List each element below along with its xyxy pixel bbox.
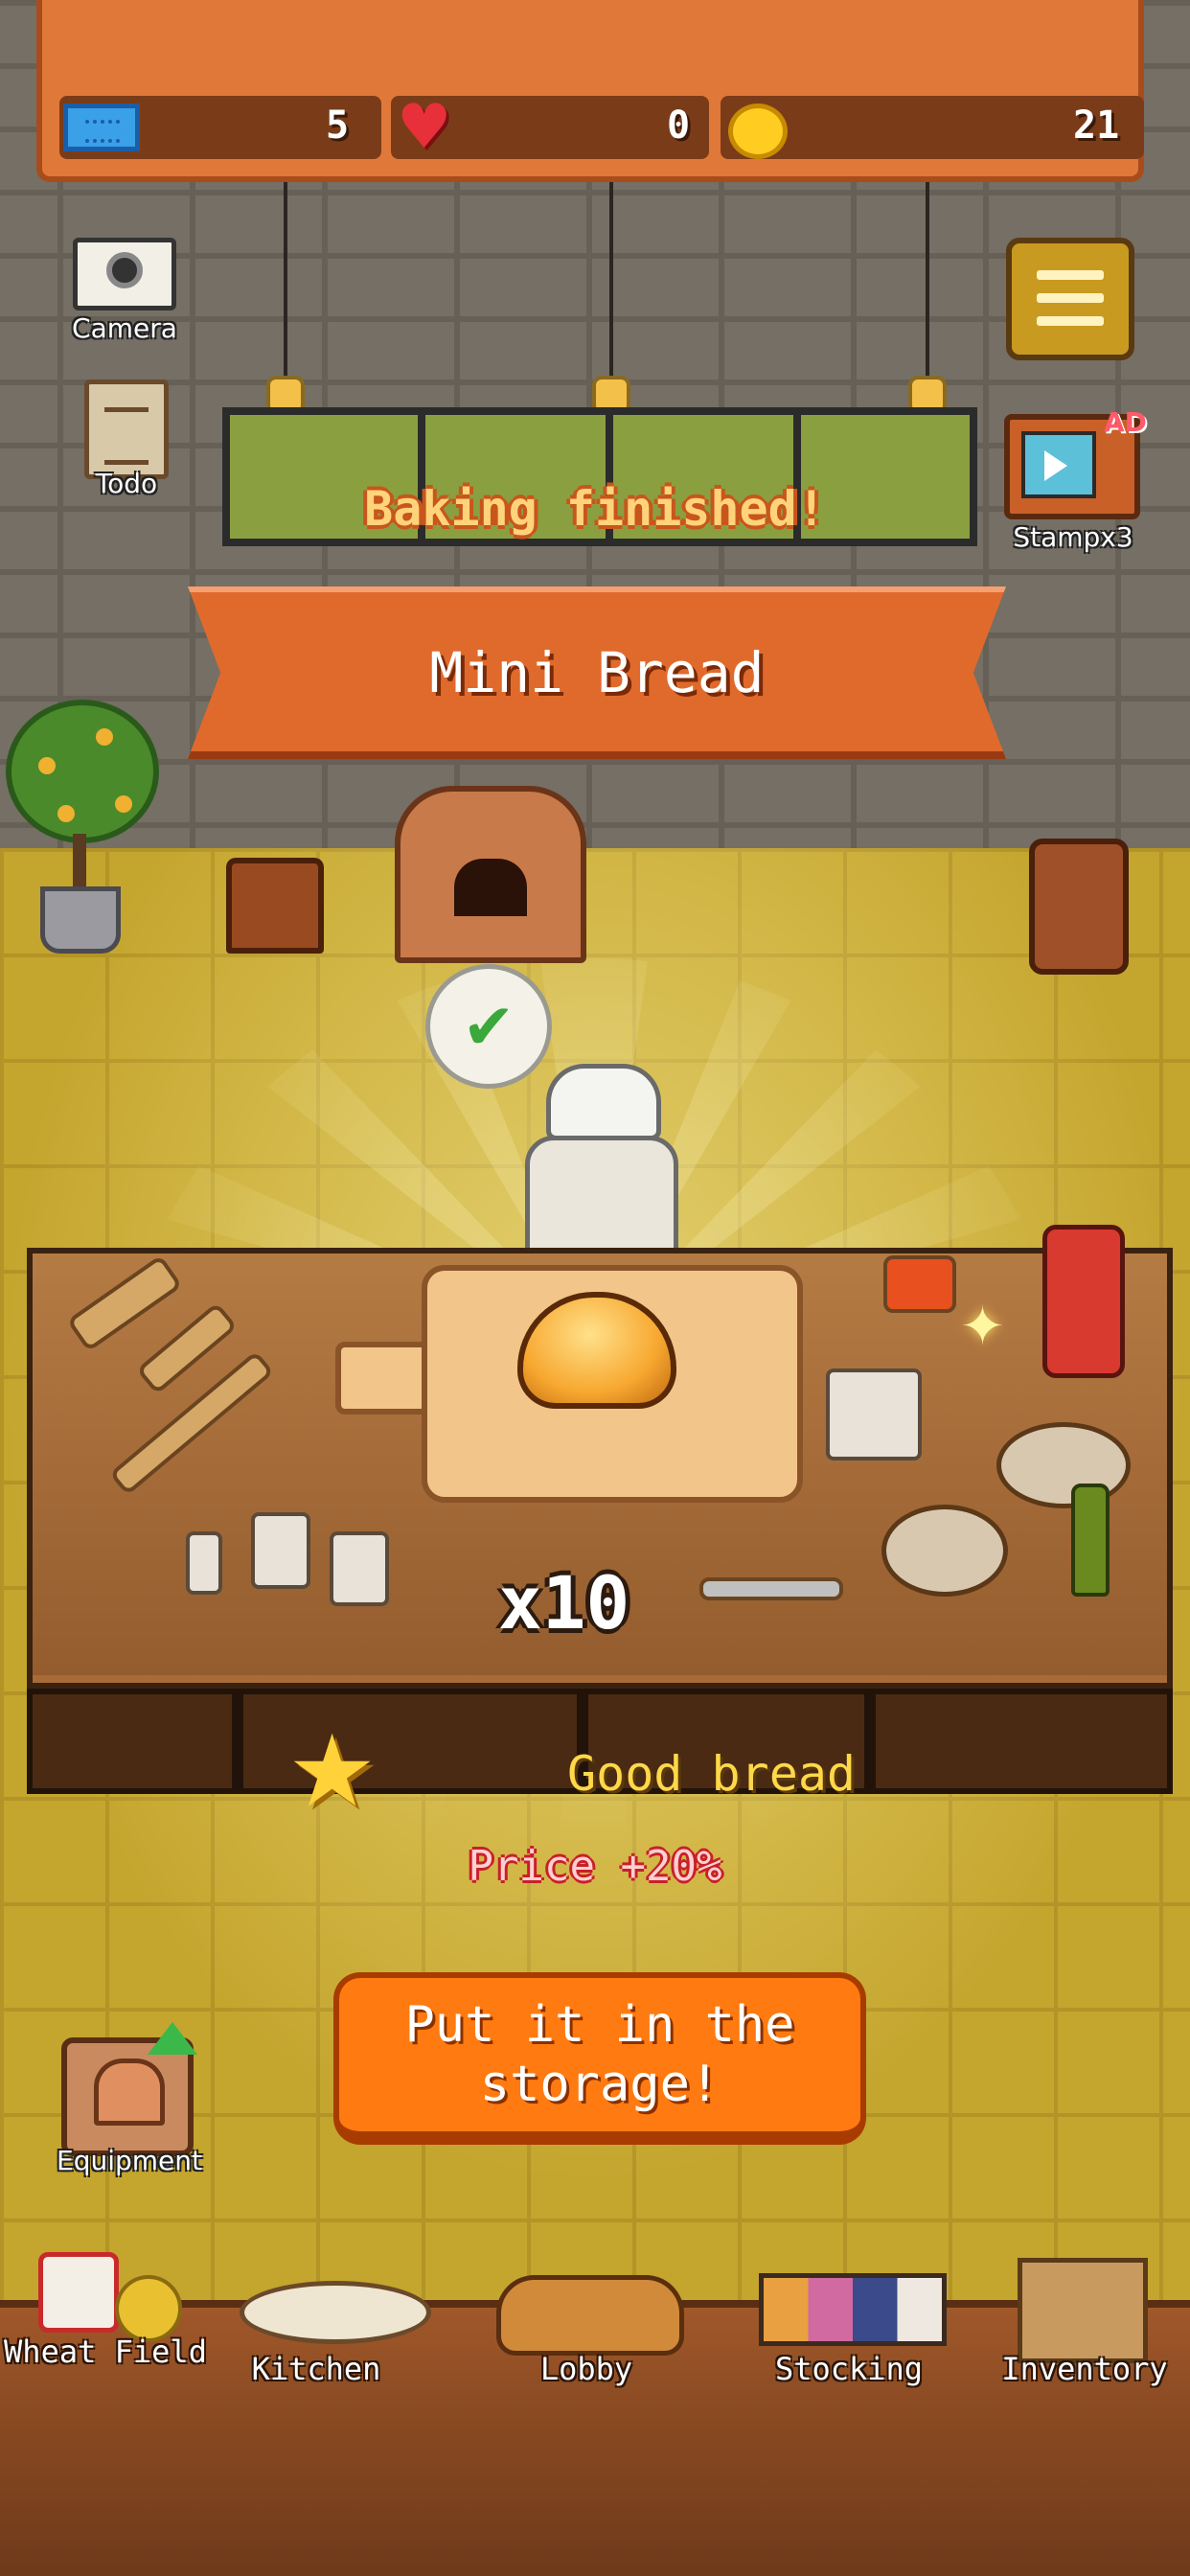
storage-chest — [226, 858, 324, 954]
kitchen-scale — [1042, 1225, 1125, 1378]
ticket-count: 5 — [326, 104, 350, 148]
egg-bowl — [996, 1422, 1131, 1508]
checkmark-icon: ✔ — [425, 964, 552, 1089]
menu-icon — [1037, 316, 1104, 326]
heart-icon: ♥ — [397, 92, 452, 163]
measuring-cup — [826, 1368, 922, 1460]
coin-icon — [728, 104, 788, 159]
ticket-icon — [63, 104, 140, 151]
nav-label-inventory: Inventory — [1001, 2351, 1168, 2387]
tree-fruit — [38, 757, 56, 774]
fruit-pile — [883, 1255, 956, 1313]
menu-icon — [1037, 293, 1104, 303]
price-bonus: Price +20% — [468, 1842, 722, 1891]
quantity-label: x10 — [498, 1560, 630, 1645]
sparkle-icon: ✦ — [960, 1296, 1005, 1358]
menu-button[interactable] — [1006, 238, 1134, 360]
lamp-cord — [284, 182, 287, 379]
oil-bottle — [1071, 1484, 1110, 1597]
nav-item-stocking[interactable]: Stocking — [753, 2252, 947, 2415]
tree-fruit — [115, 795, 132, 813]
put-in-storage-label: Put it in the storage! — [404, 1996, 795, 2113]
put-in-storage-button[interactable]: Put it in the storage! — [333, 1972, 866, 2145]
nav-item-wheat-field[interactable]: Wheat Field — [4, 2252, 207, 2415]
spice-jar — [186, 1531, 222, 1595]
inventory-icon — [1018, 2258, 1148, 2363]
nav-item-kitchen[interactable]: Kitchen — [220, 2252, 431, 2415]
coin-count: 21 — [1073, 104, 1120, 148]
nav-label-stocking: Stocking — [774, 2351, 924, 2387]
nav-item-lobby[interactable]: Lobby — [491, 2252, 684, 2415]
brick-oven — [395, 786, 586, 963]
equipment-label[interactable]: Equipment — [38, 2145, 220, 2176]
tree-fruit — [57, 805, 75, 822]
kitchen-icon — [240, 2281, 431, 2344]
baker-character — [525, 1136, 678, 1255]
flour-sacks — [1029, 839, 1129, 975]
lamp-cord — [926, 182, 929, 379]
sugar-jar — [251, 1512, 310, 1589]
todo-icon[interactable] — [84, 380, 169, 479]
whisk — [699, 1577, 843, 1600]
tree-fruit — [96, 728, 113, 746]
nav-label-kitchen: Kitchen — [251, 2351, 381, 2387]
upgrade-arrow-icon — [148, 2022, 197, 2055]
nav-label-lobby: Lobby — [539, 2351, 633, 2387]
play-icon — [1044, 450, 1067, 481]
flour-bowl — [881, 1505, 1008, 1597]
nav-item-inventory[interactable]: Inventory — [989, 2252, 1180, 2415]
camera-icon[interactable] — [73, 238, 176, 310]
lamp-cord — [609, 182, 613, 379]
lobby-icon — [496, 2275, 684, 2356]
menu-icon — [1037, 270, 1104, 280]
tree-pot — [40, 886, 121, 954]
ad-badge: AD — [1104, 406, 1147, 438]
camera-label[interactable]: Camera — [57, 312, 192, 344]
table-drawer — [27, 1689, 238, 1794]
stocking-icon — [759, 2273, 947, 2346]
star-icon: ★ — [287, 1713, 378, 1829]
table-drawer — [870, 1689, 1173, 1794]
salt-jar — [330, 1531, 389, 1606]
oven-icon — [94, 2058, 165, 2126]
chef-hat — [546, 1064, 661, 1140]
baking-finished-text: Baking finished! — [364, 481, 826, 537]
wheat-field-icon — [38, 2252, 119, 2333]
heart-count: 0 — [667, 104, 691, 148]
potted-tree — [6, 700, 159, 843]
quality-rating: Good bread — [567, 1746, 857, 1802]
wheat-bundle-icon — [115, 2275, 182, 2342]
item-name: Mini Bread — [429, 640, 765, 705]
tree-trunk — [73, 834, 86, 891]
